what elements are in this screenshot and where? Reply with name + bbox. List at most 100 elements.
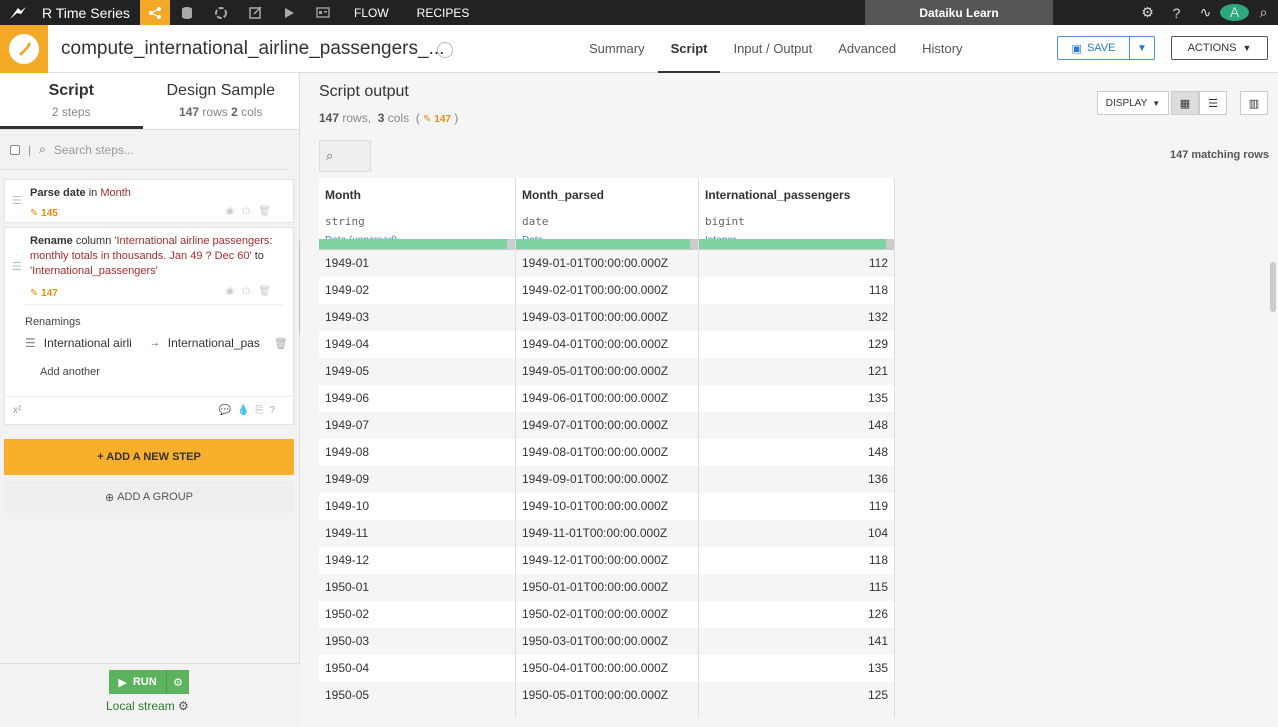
nav-recipes[interactable]: RECIPES [403, 6, 484, 20]
tab-script[interactable]: Script [657, 25, 721, 73]
dashboard-icon[interactable] [306, 0, 340, 25]
project-name[interactable]: R Time Series [36, 5, 140, 21]
avatar[interactable]: A [1220, 4, 1249, 21]
tab-history[interactable]: History [909, 25, 975, 73]
rename-to-input[interactable]: International_pas [168, 336, 266, 350]
compass-icon[interactable] [437, 42, 453, 58]
column-header[interactable]: MonthstringDate (unparsed) [319, 178, 515, 250]
table-cell[interactable]: 1949-01-01T00:00:00.000Z [516, 250, 698, 277]
table-cell[interactable]: 112 [699, 250, 894, 277]
table-cell[interactable]: 1950-03-01T00:00:00.000Z [516, 628, 698, 655]
trash-icon[interactable]: 🗑 [258, 206, 279, 217]
drop-icon[interactable]: 💧 [237, 405, 255, 416]
run-button[interactable]: ▶ RUN [109, 670, 167, 694]
table-cell[interactable]: 1950-04-01T00:00:00.000Z [516, 655, 698, 682]
table-cell[interactable]: 1949-08-01T00:00:00.000Z [516, 439, 698, 466]
question-icon[interactable]: ? [1162, 5, 1191, 21]
table-cell[interactable]: 119 [699, 493, 894, 520]
table-cell[interactable]: 135 [699, 655, 894, 682]
trash-icon[interactable]: 🗑 [258, 286, 279, 297]
save-dropdown-button[interactable]: ▼ [1130, 37, 1154, 59]
table-cell[interactable]: 1950-05-01T00:00:00.000Z [516, 682, 698, 709]
table-cell[interactable]: 1949-08 [319, 439, 515, 466]
table-cell[interactable]: 1949-07-01T00:00:00.000Z [516, 412, 698, 439]
table-cell[interactable]: 1950-01 [319, 574, 515, 601]
charts-view-button[interactable]: ▥ [1240, 91, 1268, 115]
power-icon[interactable]: ⏻ [242, 286, 258, 297]
tab-design-sample[interactable]: Design Sample 147 rows 2 cols [143, 73, 299, 129]
table-cell[interactable]: 1949-10 [319, 493, 515, 520]
table-cell[interactable]: 1949-12-01T00:00:00.000Z [516, 547, 698, 574]
eye-icon[interactable]: ◉ [226, 286, 243, 297]
table-cell[interactable]: 1949-12 [319, 547, 515, 574]
tab-script-steps[interactable]: Script 2 steps [0, 73, 143, 129]
instance-name[interactable]: Dataiku Learn [865, 0, 1053, 25]
notebook-icon[interactable] [238, 0, 272, 25]
table-cell[interactable]: 148 [699, 439, 894, 466]
table-cell[interactable]: 115 [699, 574, 894, 601]
table-cell[interactable]: 1950-04 [319, 655, 515, 682]
comment-icon[interactable]: 💬 [219, 405, 237, 416]
column-header[interactable]: Month_parseddateDate [516, 178, 698, 250]
tab-input-output[interactable]: Input / Output [720, 25, 825, 73]
table-cell[interactable]: 1949-10-01T00:00:00.000Z [516, 493, 698, 520]
nav-flow[interactable]: FLOW [340, 6, 403, 20]
drag-handle-icon[interactable]: ☰ [12, 260, 22, 273]
table-view-button[interactable]: ▦ [1171, 91, 1199, 115]
step-search-input[interactable]: Search steps... [54, 143, 134, 157]
table-cell[interactable]: 1949-09 [319, 466, 515, 493]
table-cell[interactable]: 1949-06 [319, 385, 515, 412]
activity-icon[interactable]: ∿ [1191, 4, 1220, 21]
column-header[interactable]: International_passengersbigintInteger [699, 178, 894, 250]
column-name[interactable]: Month_parsed [522, 188, 604, 202]
table-cell[interactable]: 141 [699, 628, 894, 655]
help-icon[interactable]: ? [269, 405, 281, 416]
table-cell[interactable]: 1949-02 [319, 277, 515, 304]
table-cell[interactable]: 1949-03 [319, 304, 515, 331]
table-cell[interactable]: 1950-02-01T00:00:00.000Z [516, 601, 698, 628]
display-dropdown[interactable]: DISPLAY ▼ [1097, 91, 1169, 115]
table-cell[interactable]: 135 [699, 385, 894, 412]
vertical-scrollbar[interactable] [1270, 262, 1276, 312]
column-search[interactable]: ⌕ [319, 140, 371, 172]
column-name[interactable]: Month [325, 188, 361, 202]
execution-engine[interactable]: Local stream ⚙ [106, 699, 189, 713]
table-cell[interactable]: 1949-07 [319, 412, 515, 439]
table-cell[interactable]: 136 [699, 466, 894, 493]
table-cell[interactable]: 1949-01 [319, 250, 515, 277]
copy-icon[interactable]: ⎘ [255, 405, 269, 416]
table-cell[interactable]: 121 [699, 358, 894, 385]
search-icon[interactable]: ⌕ [1249, 4, 1278, 21]
tab-summary[interactable]: Summary [576, 25, 658, 73]
add-group-button[interactable]: ⊕ ADD A GROUP [4, 481, 294, 513]
table-cell[interactable]: 1949-05-01T00:00:00.000Z [516, 358, 698, 385]
table-cell[interactable]: 104 [699, 520, 894, 547]
table-cell[interactable]: 1949-02-01T00:00:00.000Z [516, 277, 698, 304]
table-cell[interactable]: 1949-09-01T00:00:00.000Z [516, 466, 698, 493]
select-all-checkbox[interactable] [10, 144, 20, 155]
add-step-button[interactable]: + ADD A NEW STEP [4, 439, 294, 475]
formula-icon[interactable]: x² [13, 405, 21, 416]
eye-icon[interactable]: ◉ [226, 206, 243, 217]
table-cell[interactable]: 1949-11-01T00:00:00.000Z [516, 520, 698, 547]
list-view-button[interactable]: ☰ [1199, 91, 1227, 115]
table-cell[interactable]: 118 [699, 547, 894, 574]
flow-icon[interactable] [140, 0, 170, 25]
table-cell[interactable]: 1949-05 [319, 358, 515, 385]
actions-button[interactable]: ACTIONS ▼ [1171, 36, 1268, 60]
power-icon[interactable]: ⏻ [242, 206, 258, 217]
table-cell[interactable]: 1949-03-01T00:00:00.000Z [516, 304, 698, 331]
table-cell[interactable]: 1950-01-01T00:00:00.000Z [516, 574, 698, 601]
add-another-link[interactable]: Add another [40, 366, 100, 378]
table-cell[interactable]: 118 [699, 277, 894, 304]
tab-advanced[interactable]: Advanced [825, 25, 909, 73]
drag-handle-icon[interactable]: ☰ [12, 194, 22, 207]
database-icon[interactable] [170, 0, 204, 25]
table-cell[interactable]: 126 [699, 601, 894, 628]
table-cell[interactable]: 1949-04 [319, 331, 515, 358]
table-cell[interactable]: 1949-11 [319, 520, 515, 547]
recipe-title[interactable]: compute_international_airline_passengers… [61, 38, 444, 60]
table-cell[interactable]: 1950-02 [319, 601, 515, 628]
run-settings-gear-icon[interactable]: ⚙ [167, 670, 189, 694]
table-cell[interactable]: 1949-04-01T00:00:00.000Z [516, 331, 698, 358]
